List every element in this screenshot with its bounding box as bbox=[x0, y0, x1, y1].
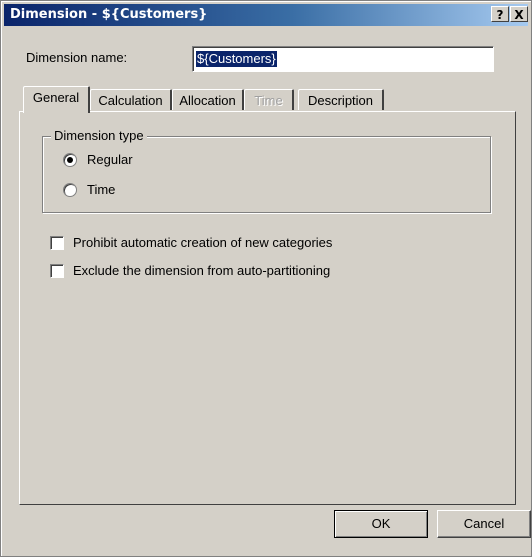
dimension-name-label: Dimension name: bbox=[26, 50, 128, 65]
window-title: Dimension - ${Customers} bbox=[10, 7, 208, 22]
prohibit-new-categories-label: Prohibit automatic creation of new categ… bbox=[73, 235, 333, 250]
dimension-name-input[interactable]: ${Customers} bbox=[192, 46, 494, 72]
close-icon[interactable]: X bbox=[510, 6, 528, 22]
checkbox-exclude-auto-partitioning[interactable]: Exclude the dimension from auto-partitio… bbox=[50, 263, 330, 278]
exclude-auto-partitioning-box[interactable] bbox=[50, 263, 64, 278]
radio-regular[interactable]: Regular bbox=[63, 152, 133, 167]
radio-regular-indicator[interactable] bbox=[63, 152, 77, 167]
dimension-type-group: Dimension type Regular Time bbox=[42, 128, 491, 213]
general-tab-panel: Dimension type Regular Time Prohibit aut… bbox=[19, 111, 516, 505]
radio-selected-dot bbox=[67, 156, 73, 163]
radio-regular-label: Regular bbox=[87, 152, 133, 167]
ok-button[interactable]: OK bbox=[334, 510, 428, 538]
checkbox-prohibit-new-categories[interactable]: Prohibit automatic creation of new categ… bbox=[50, 235, 332, 250]
dimension-type-legend: Dimension type bbox=[51, 128, 147, 143]
dimension-dialog: Dimension - ${Customers} ? X Dimension n… bbox=[0, 0, 532, 557]
tab-allocation[interactable]: Allocation bbox=[172, 89, 244, 110]
tab-time: Time bbox=[244, 89, 294, 110]
radio-time-indicator[interactable] bbox=[63, 182, 77, 197]
title-bar[interactable]: Dimension - ${Customers} ? X bbox=[4, 4, 528, 26]
exclude-auto-partitioning-label: Exclude the dimension from auto-partitio… bbox=[73, 263, 331, 278]
dimension-name-value: ${Customers} bbox=[196, 51, 277, 67]
prohibit-new-categories-box[interactable] bbox=[50, 235, 64, 250]
tab-calculation[interactable]: Calculation bbox=[90, 89, 172, 110]
radio-time-label: Time bbox=[87, 182, 116, 197]
tab-general[interactable]: General bbox=[23, 86, 90, 113]
tab-description[interactable]: Description bbox=[298, 89, 384, 110]
radio-time[interactable]: Time bbox=[63, 182, 115, 197]
cancel-button[interactable]: Cancel bbox=[437, 510, 531, 538]
help-icon[interactable]: ? bbox=[491, 6, 509, 22]
